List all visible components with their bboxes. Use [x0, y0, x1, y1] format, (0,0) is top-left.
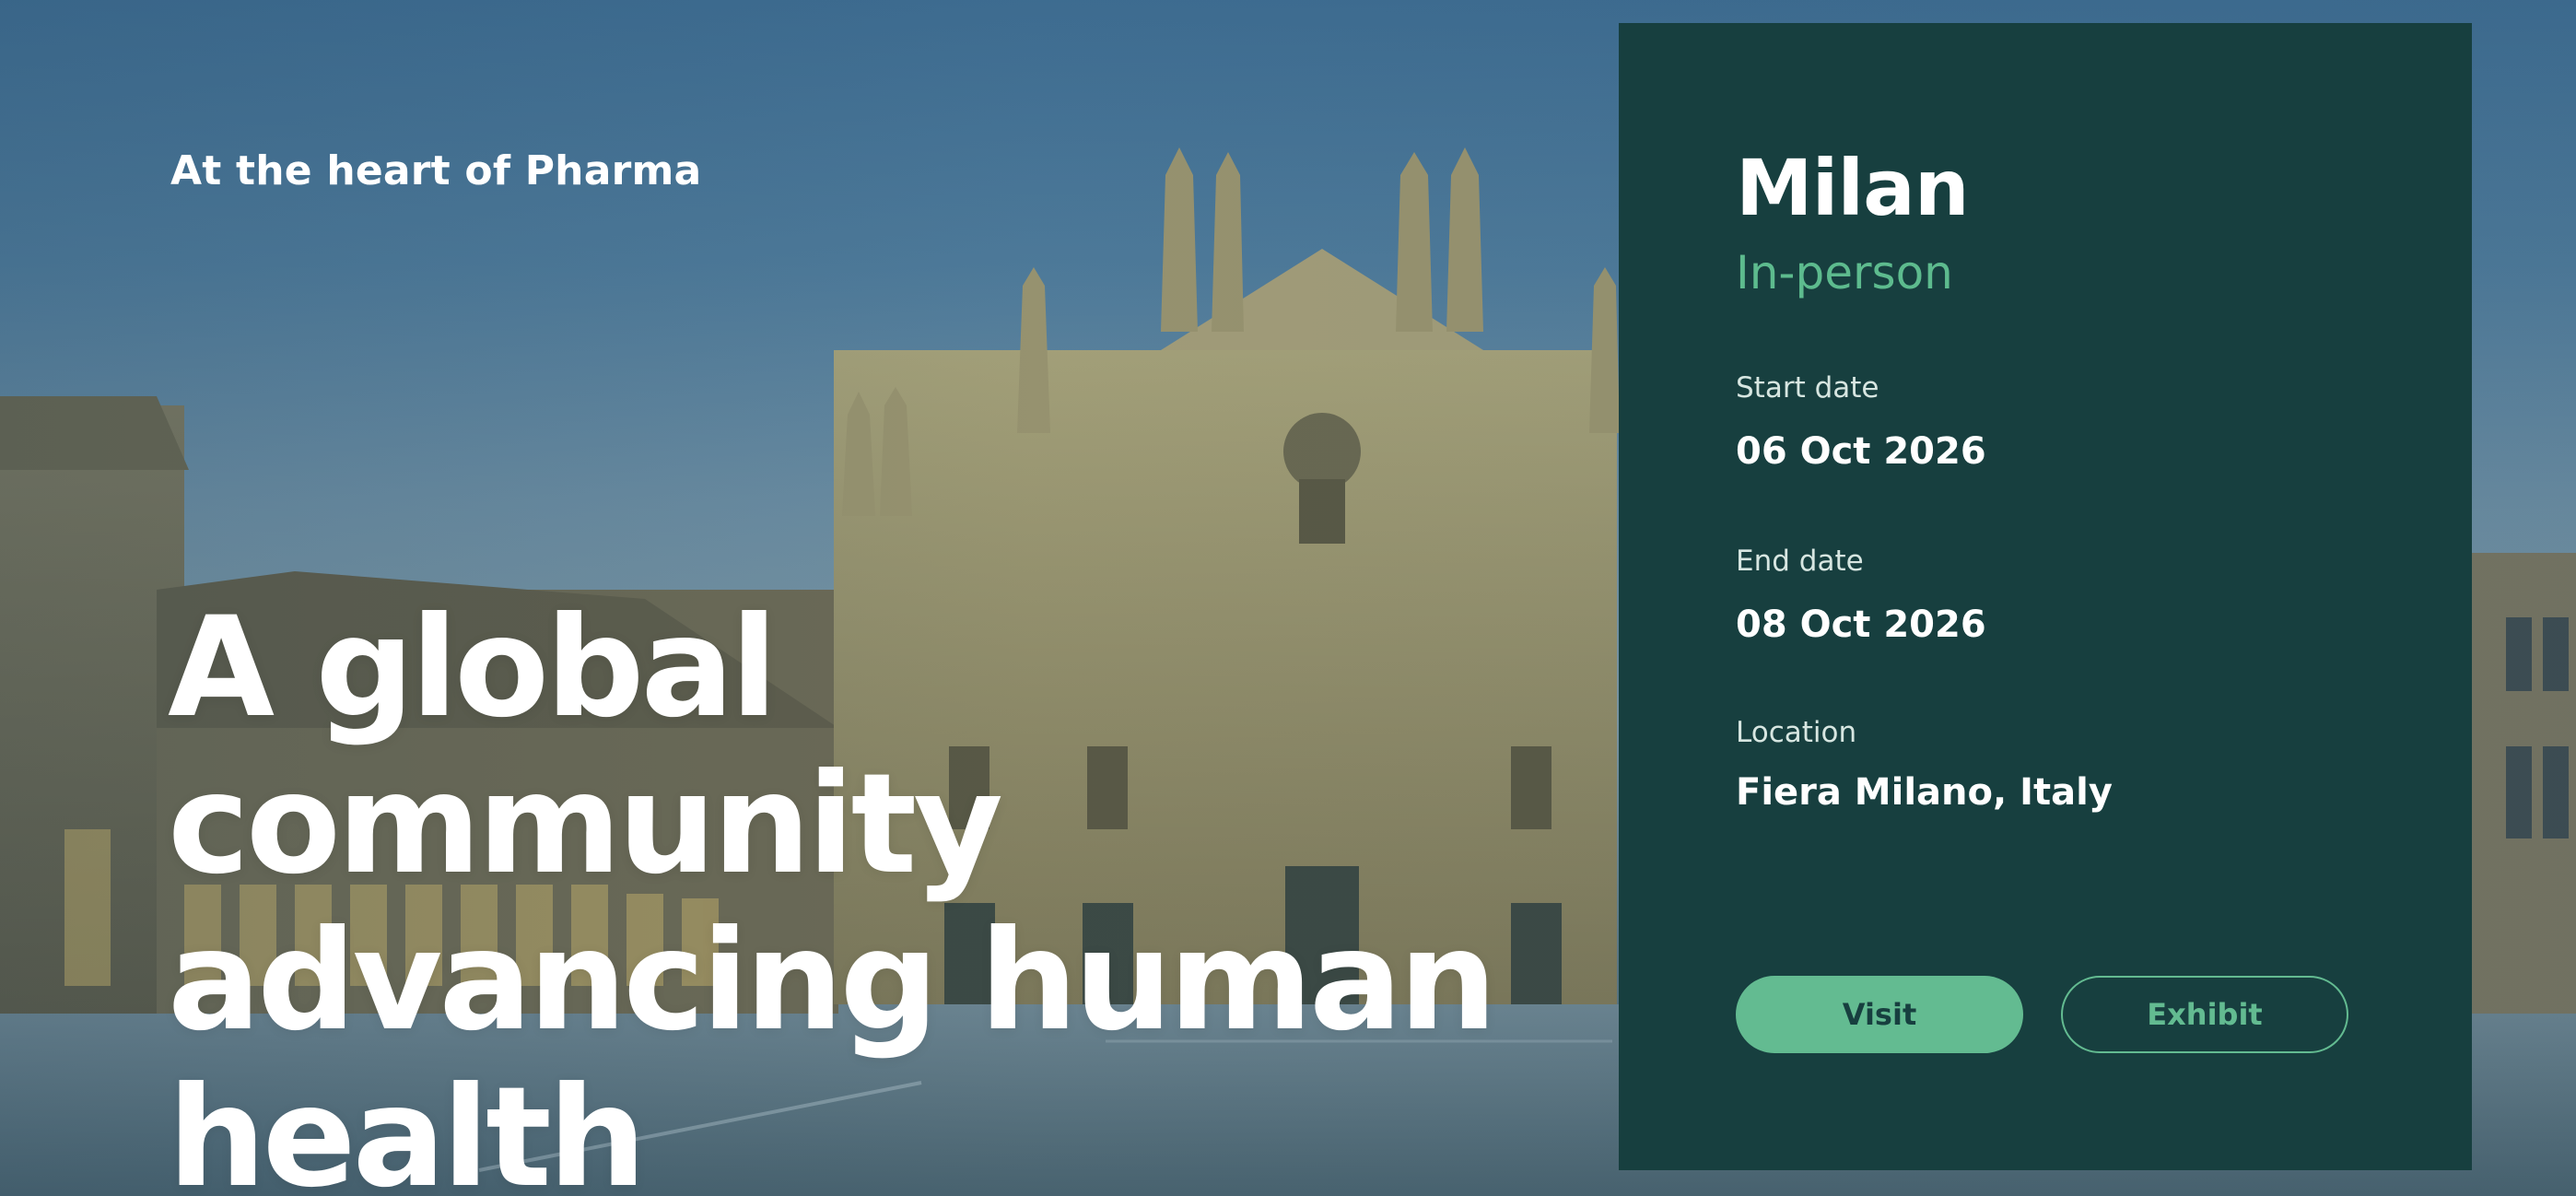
visit-button[interactable]: Visit	[1736, 976, 2023, 1053]
start-date-label: Start date	[1736, 371, 1879, 405]
headline-line-3: health	[168, 1058, 647, 1196]
end-date-value: 08 Oct 2026	[1736, 604, 1986, 646]
location-label: Location	[1736, 716, 1857, 749]
location-value: Fiera Milano, Italy	[1736, 771, 2113, 814]
headline-line-2: advancing human	[168, 901, 1497, 1061]
event-mode: In-person	[1736, 246, 1953, 299]
hero-headline: A global community advancing human healt…	[168, 590, 1605, 1196]
start-date-value: 06 Oct 2026	[1736, 430, 1986, 473]
event-info-card: Milan In-person Start date 06 Oct 2026 E…	[1619, 23, 2472, 1170]
headline-line-1: A global community	[168, 588, 1003, 905]
end-date-label: End date	[1736, 545, 1864, 578]
hero-eyebrow: At the heart of Pharma	[170, 147, 702, 194]
exhibit-button[interactable]: Exhibit	[2061, 976, 2348, 1053]
event-city: Milan	[1736, 143, 1970, 233]
